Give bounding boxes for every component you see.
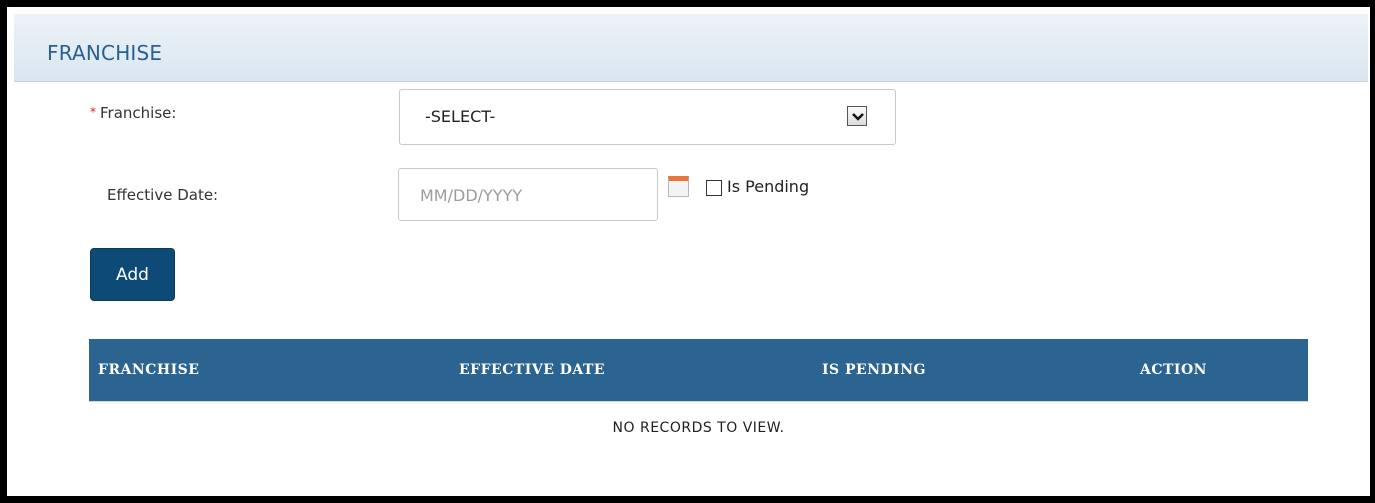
- chevron-down-icon[interactable]: [847, 106, 867, 126]
- effective-date-input[interactable]: MM/DD/YYYY: [398, 168, 658, 221]
- is-pending-checkbox[interactable]: [706, 180, 722, 196]
- franchise-select[interactable]: -SELECT-: [399, 89, 896, 145]
- franchise-label: * Franchise:: [90, 104, 176, 122]
- panel-title: FRANCHISE: [47, 41, 163, 65]
- add-button[interactable]: Add: [90, 248, 175, 301]
- effective-date-placeholder: MM/DD/YYYY: [420, 186, 523, 205]
- panel-header: FRANCHISE: [14, 14, 1368, 82]
- empty-message: NO RECORDS TO VIEW.: [612, 420, 785, 436]
- column-header-franchise[interactable]: FRANCHISE: [98, 362, 199, 378]
- franchise-select-value: -SELECT-: [425, 107, 496, 126]
- column-header-effective-date[interactable]: EFFECTIVE DATE: [459, 362, 605, 378]
- grid-header: FRANCHISE EFFECTIVE DATE IS PENDING ACTI…: [89, 339, 1308, 401]
- grid-body: NO RECORDS TO VIEW.: [89, 401, 1308, 454]
- column-header-action[interactable]: ACTION: [1140, 362, 1207, 378]
- calendar-icon[interactable]: [668, 176, 689, 197]
- franchise-label-text: Franchise:: [100, 104, 177, 122]
- effective-date-label: Effective Date:: [107, 186, 219, 204]
- required-marker: *: [90, 105, 96, 119]
- is-pending-label: Is Pending: [727, 177, 810, 196]
- window-edge: [1370, 0, 1375, 503]
- column-header-is-pending[interactable]: IS PENDING: [822, 362, 926, 378]
